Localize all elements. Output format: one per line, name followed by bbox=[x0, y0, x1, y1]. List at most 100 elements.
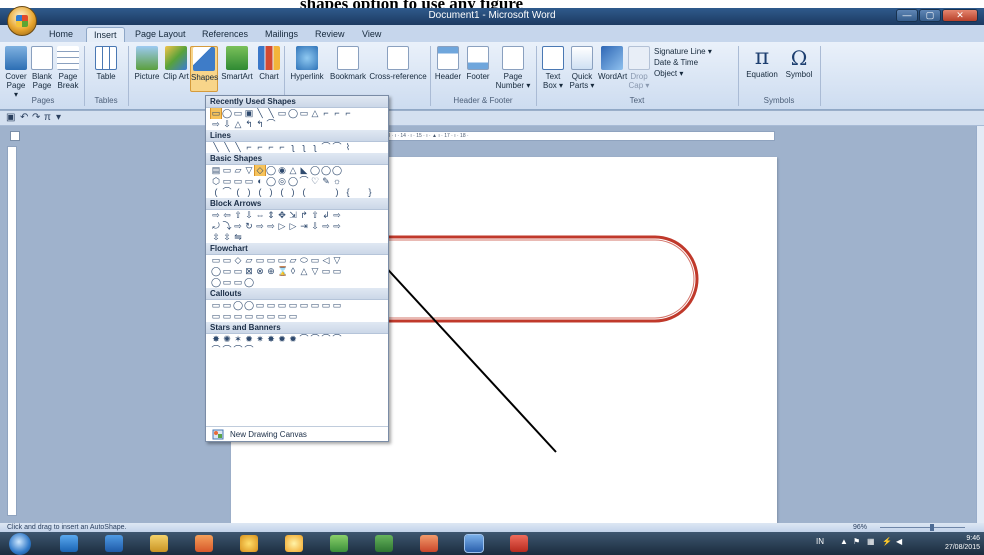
shape-option[interactable]: ⌒ bbox=[332, 334, 342, 345]
shape-option[interactable]: ◯ bbox=[211, 266, 221, 277]
shape-option[interactable]: ▽ bbox=[310, 266, 320, 277]
equation-button[interactable]: π Equation bbox=[742, 46, 782, 80]
tab-page-layout[interactable]: Page Layout bbox=[128, 27, 193, 42]
shape-option[interactable]: ▭ bbox=[233, 311, 243, 322]
tray-volume-icon[interactable]: ◀ bbox=[896, 537, 902, 546]
shape-option[interactable]: ▭ bbox=[277, 255, 287, 266]
shape-option[interactable]: ⌒ bbox=[211, 345, 221, 356]
shape-option[interactable]: ▭ bbox=[266, 311, 276, 322]
table-button[interactable]: Table bbox=[88, 46, 124, 81]
tab-insert[interactable]: Insert bbox=[86, 27, 125, 42]
shape-option[interactable]: ▭ bbox=[277, 311, 287, 322]
shape-option[interactable]: ʅ bbox=[310, 142, 320, 153]
shape-option[interactable]: ◐ bbox=[255, 176, 265, 187]
tab-mailings[interactable]: Mailings bbox=[258, 27, 305, 42]
symbol-button[interactable]: Ω Symbol bbox=[782, 46, 816, 79]
tab-references[interactable]: References bbox=[195, 27, 255, 42]
shape-option[interactable]: ▭ bbox=[222, 277, 232, 288]
shape-option[interactable]: ✹ bbox=[288, 334, 298, 345]
shape-option[interactable]: ▭ bbox=[233, 266, 243, 277]
tray-network-icon[interactable]: ▦ bbox=[867, 537, 875, 546]
page-number-button[interactable]: Page Number ▾ bbox=[494, 46, 532, 90]
maximize-button[interactable]: ▢ bbox=[919, 9, 941, 22]
shape-option[interactable]: ↱ bbox=[299, 210, 309, 221]
shape-option[interactable]: ⇨ bbox=[233, 221, 243, 232]
shape-option[interactable]: ↰ bbox=[255, 119, 265, 130]
acrobat-icon[interactable] bbox=[510, 535, 528, 552]
shape-option[interactable]: ⌒ bbox=[332, 142, 342, 153]
shape-option[interactable]: ⇦ bbox=[222, 210, 232, 221]
file-explorer-icon[interactable] bbox=[150, 535, 168, 552]
header-button[interactable]: Header bbox=[434, 46, 462, 81]
shape-option[interactable]: ◯ bbox=[266, 176, 276, 187]
shape-option[interactable]: △ bbox=[299, 266, 309, 277]
shape-option[interactable]: ▭ bbox=[299, 108, 309, 119]
shape-option[interactable]: ⌐ bbox=[332, 108, 342, 119]
shape-option[interactable]: ◯ bbox=[244, 300, 254, 311]
shape-option[interactable]: ⤾ bbox=[211, 221, 221, 232]
cover-page-button[interactable]: Cover Page ▾ bbox=[4, 46, 28, 99]
shape-option[interactable]: ⇩ bbox=[222, 119, 232, 130]
shape-option[interactable]: ◯ bbox=[321, 165, 331, 176]
tray-power-icon[interactable]: ⚡ bbox=[882, 537, 892, 546]
shape-option[interactable]: ⇨ bbox=[255, 221, 265, 232]
shape-option[interactable]: ⌒ bbox=[321, 142, 331, 153]
shape-option[interactable]: ╲ bbox=[255, 108, 265, 119]
shape-option[interactable]: ✸ bbox=[211, 334, 221, 345]
shape-option[interactable]: ⇳ bbox=[222, 232, 232, 243]
shape-option[interactable]: ▭ bbox=[266, 300, 276, 311]
shape-option[interactable]: ▭ bbox=[222, 165, 232, 176]
clock[interactable]: 9:46 27/08/2015 bbox=[945, 534, 980, 552]
cross-reference-button[interactable]: Cross-reference bbox=[369, 46, 427, 81]
shape-option[interactable]: ↻ bbox=[244, 221, 254, 232]
shape-option[interactable]: ⌒ bbox=[233, 345, 243, 356]
shape-option[interactable]: ▭ bbox=[255, 255, 265, 266]
shape-option[interactable]: ⌛ bbox=[277, 266, 288, 277]
shape-option[interactable]: ↲ bbox=[321, 210, 331, 221]
shape-option[interactable]: ⌐ bbox=[321, 108, 331, 119]
shape-option[interactable]: ▱ bbox=[233, 165, 243, 176]
shape-option[interactable]: ▭ bbox=[277, 300, 287, 311]
shape-option[interactable]: ▭ bbox=[266, 255, 276, 266]
shape-option[interactable]: ⌐ bbox=[244, 142, 254, 153]
shape-option[interactable]: ⇧ bbox=[310, 210, 320, 221]
shape-option[interactable]: ✎ bbox=[321, 176, 331, 187]
undo-icon[interactable]: ↶ bbox=[20, 112, 28, 123]
tab-view[interactable]: View bbox=[355, 27, 388, 42]
shape-option[interactable]: ⌐ bbox=[343, 108, 353, 119]
shape-option[interactable]: ▣ bbox=[244, 108, 254, 119]
shape-option[interactable]: ◯ bbox=[222, 108, 232, 119]
clip-art-button[interactable]: Clip Art bbox=[163, 46, 189, 81]
shape-option[interactable]: ⌐ bbox=[266, 142, 276, 153]
shape-option[interactable]: ʅ bbox=[299, 142, 309, 153]
shape-option[interactable]: ) bbox=[244, 187, 254, 198]
shape-option[interactable]: ⇩ bbox=[244, 210, 254, 221]
shape-option[interactable]: ▱ bbox=[244, 255, 254, 266]
shape-option[interactable]: ✸ bbox=[266, 334, 276, 345]
tray-language[interactable]: IN bbox=[816, 537, 824, 546]
shape-option[interactable]: ◁ bbox=[321, 255, 331, 266]
shape-option[interactable]: ) bbox=[288, 187, 298, 198]
shape-option[interactable]: ╲ bbox=[222, 142, 232, 153]
shape-option[interactable]: ) bbox=[266, 187, 276, 198]
shape-option[interactable]: ✹ bbox=[277, 334, 287, 345]
shape-option[interactable]: ) bbox=[332, 187, 342, 198]
smartart-button[interactable]: SmartArt bbox=[220, 46, 254, 81]
shape-option[interactable]: ◉ bbox=[277, 165, 287, 176]
shape-option[interactable]: ⌇ bbox=[343, 142, 353, 153]
picture-button[interactable]: Picture bbox=[132, 46, 162, 81]
shape-option[interactable]: △ bbox=[310, 108, 320, 119]
shape-option[interactable]: ▭ bbox=[332, 266, 342, 277]
shape-option[interactable]: ⇲ bbox=[288, 210, 298, 221]
shape-option[interactable]: ▽ bbox=[332, 255, 342, 266]
chrome-icon[interactable] bbox=[285, 535, 303, 552]
text-box-button[interactable]: Text Box ▾ bbox=[540, 46, 566, 90]
chart-button[interactable]: Chart bbox=[256, 46, 282, 81]
shape-option[interactable]: △ bbox=[288, 165, 298, 176]
shape-option[interactable]: { bbox=[343, 187, 353, 198]
shape-option[interactable]: ⇥ bbox=[299, 221, 309, 232]
tab-home[interactable]: Home bbox=[42, 27, 80, 42]
powerpoint-icon[interactable] bbox=[420, 535, 438, 552]
office-button[interactable] bbox=[7, 6, 37, 36]
shape-option[interactable]: ▭ bbox=[310, 300, 320, 311]
